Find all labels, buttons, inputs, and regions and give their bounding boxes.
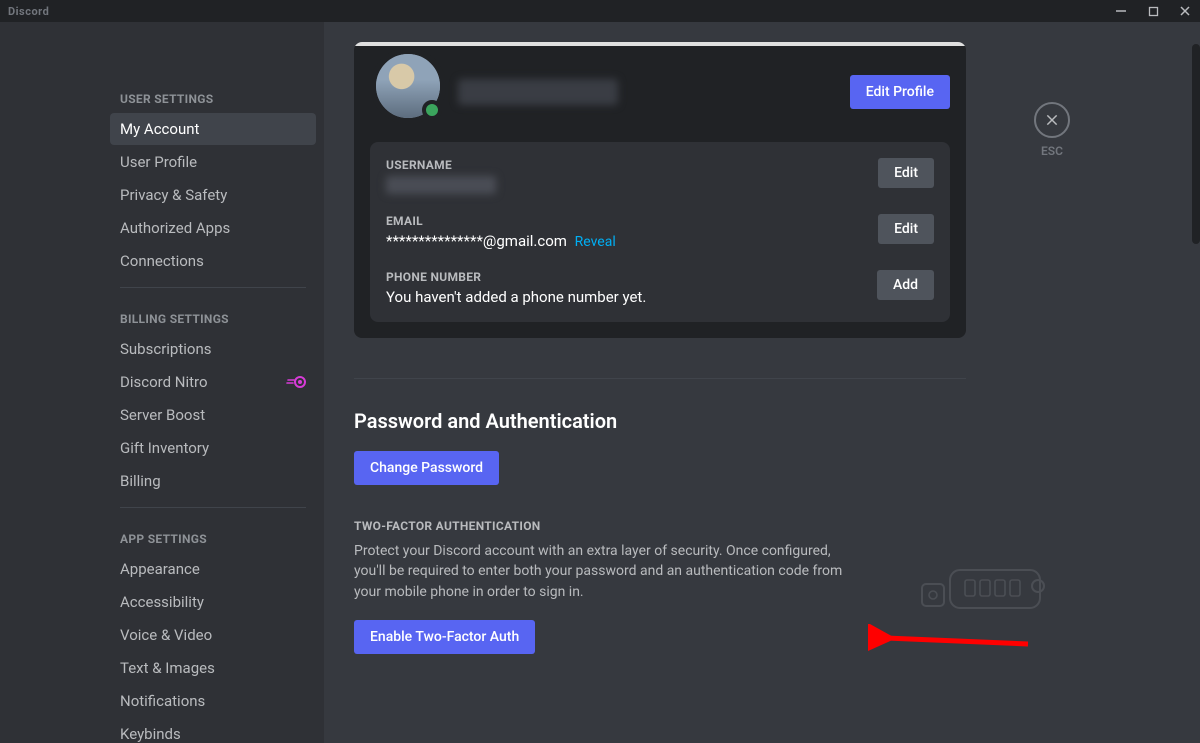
settings-sidebar: USER SETTINGS My Account User Profile Pr…: [0, 22, 324, 743]
close-settings-button[interactable]: [1034, 102, 1070, 138]
sidebar-item-gift-inventory[interactable]: Gift Inventory: [110, 432, 316, 464]
username-label: USERNAME: [386, 158, 878, 172]
add-phone-button[interactable]: Add: [877, 270, 934, 300]
window-controls: [1114, 5, 1192, 17]
close-icon: [1044, 112, 1060, 128]
sidebar-item-my-account[interactable]: My Account: [110, 113, 316, 145]
sidebar-item-user-profile[interactable]: User Profile: [110, 146, 316, 178]
titlebar: Discord: [0, 0, 1200, 22]
password-section-title: Password and Authentication: [354, 409, 966, 433]
twofa-description: Protect your Discord account with an ext…: [354, 541, 844, 602]
close-icon[interactable]: [1178, 5, 1192, 17]
account-fields: USERNAME Edit EMAIL ***************@gmai…: [370, 142, 950, 322]
app-brand: Discord: [8, 5, 49, 18]
nitro-icon: [286, 375, 306, 389]
minimize-icon[interactable]: [1114, 5, 1128, 17]
sidebar-item-authorized-apps[interactable]: Authorized Apps: [110, 212, 316, 244]
scrollbar-thumb[interactable]: [1192, 44, 1200, 244]
change-password-button[interactable]: Change Password: [354, 451, 499, 485]
profile-card: Edit Profile USERNAME Edit EMAIL: [354, 42, 966, 338]
edit-email-button[interactable]: Edit: [878, 214, 934, 244]
sidebar-item-appearance[interactable]: Appearance: [110, 553, 316, 585]
phone-label: PHONE NUMBER: [386, 270, 877, 284]
sidebar-item-keybinds[interactable]: Keybinds: [110, 718, 316, 743]
sidebar-divider: [120, 287, 306, 288]
section-divider: [354, 378, 966, 379]
close-settings: ESC: [1034, 102, 1070, 158]
sidebar-category-app: APP SETTINGS: [110, 518, 316, 552]
field-username: USERNAME Edit: [386, 158, 934, 194]
twofa-illustration-icon: [920, 564, 1060, 614]
phone-value: You haven't added a phone number yet.: [386, 288, 877, 306]
sidebar-item-privacy-safety[interactable]: Privacy & Safety: [110, 179, 316, 211]
sidebar-divider: [120, 507, 306, 508]
profile-username: [458, 79, 618, 105]
sidebar-item-billing[interactable]: Billing: [110, 465, 316, 497]
email-label: EMAIL: [386, 214, 878, 228]
sidebar-item-subscriptions[interactable]: Subscriptions: [110, 333, 316, 365]
edit-profile-button[interactable]: Edit Profile: [850, 75, 950, 109]
enable-twofa-button[interactable]: Enable Two-Factor Auth: [354, 620, 535, 654]
field-phone: PHONE NUMBER You haven't added a phone n…: [386, 270, 934, 306]
avatar[interactable]: [370, 48, 446, 124]
status-online-icon: [422, 100, 442, 120]
sidebar-item-voice-video[interactable]: Voice & Video: [110, 619, 316, 651]
esc-label: ESC: [1034, 144, 1070, 158]
email-value: ***************@gmail.com Reveal: [386, 232, 878, 250]
settings-main: Edit Profile USERNAME Edit EMAIL: [324, 22, 1200, 743]
edit-username-button[interactable]: Edit: [878, 158, 934, 188]
username-value: [386, 176, 496, 194]
sidebar-category-user: USER SETTINGS: [110, 36, 316, 112]
reveal-email-link[interactable]: Reveal: [575, 234, 616, 250]
field-email: EMAIL ***************@gmail.com Reveal E…: [386, 214, 934, 250]
sidebar-item-accessibility[interactable]: Accessibility: [110, 586, 316, 618]
twofa-heading: TWO-FACTOR AUTHENTICATION: [354, 519, 966, 533]
maximize-icon[interactable]: [1146, 5, 1160, 17]
sidebar-category-billing: BILLING SETTINGS: [110, 298, 316, 332]
sidebar-item-notifications[interactable]: Notifications: [110, 685, 316, 717]
sidebar-item-server-boost[interactable]: Server Boost: [110, 399, 316, 431]
sidebar-item-discord-nitro[interactable]: Discord Nitro: [110, 366, 316, 398]
sidebar-item-text-images[interactable]: Text & Images: [110, 652, 316, 684]
sidebar-item-connections[interactable]: Connections: [110, 245, 316, 277]
